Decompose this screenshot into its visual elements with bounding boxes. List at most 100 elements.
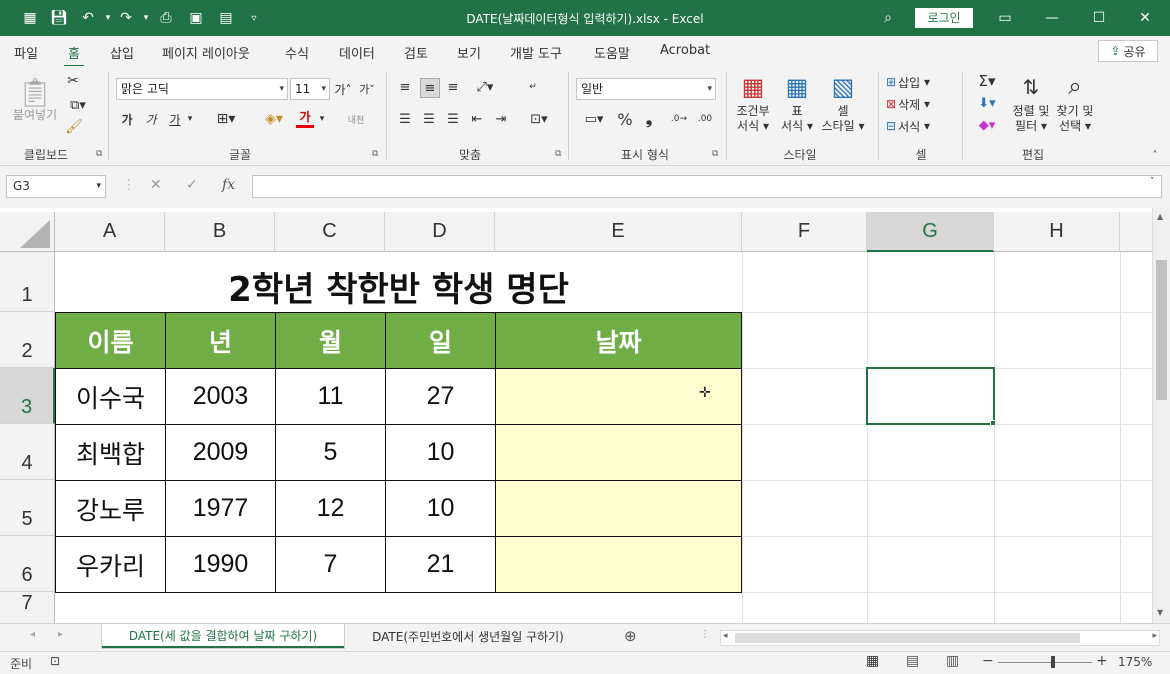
collapse-ribbon-icon[interactable]: ˄ [1148, 148, 1162, 162]
redo-icon[interactable]: ↷ [116, 8, 136, 28]
header-cell-name[interactable]: 이름 [55, 312, 166, 369]
zoom-in-icon[interactable]: + [1096, 653, 1108, 669]
table-cell[interactable]: 12 [275, 480, 386, 537]
table-cell[interactable]: 최백합 [55, 424, 166, 481]
zoom-slider-thumb[interactable] [1051, 656, 1055, 668]
cancel-icon[interactable]: ✕ [150, 177, 162, 193]
column-header-h[interactable]: H [994, 212, 1120, 252]
tab-help[interactable]: 도움말 [594, 43, 630, 62]
date-cell[interactable] [495, 480, 742, 537]
horizontal-scrollbar[interactable]: ◂ ▸ [720, 630, 1160, 646]
active-cell-g3[interactable] [866, 367, 995, 425]
cut-icon[interactable]: ✂ [64, 72, 82, 90]
table-cell[interactable]: 우카리 [55, 536, 166, 593]
borders-icon[interactable]: ⊞▾ [210, 110, 242, 128]
paste-icon[interactable]: 📋︎ [14, 74, 56, 110]
orientation-icon[interactable]: ⤢▾ [470, 78, 500, 96]
page-break-view-icon[interactable]: ▥ [946, 653, 959, 669]
row-header-1[interactable]: 1 [0, 252, 55, 312]
excel-grid-icon[interactable]: ▦ [20, 8, 40, 28]
table-cell[interactable]: 27 [385, 368, 496, 425]
fill-color-icon[interactable]: ◈▾ [258, 110, 290, 128]
column-header-c[interactable]: C [275, 212, 385, 252]
merge-center-icon[interactable]: ⊡▾ [522, 110, 556, 128]
column-header-d[interactable]: D [385, 212, 495, 252]
increase-font-icon[interactable]: 가˄ [334, 80, 352, 98]
header-cell-year[interactable]: 년 [165, 312, 276, 369]
format-cells-button[interactable]: ⊟ 서식 ▾ [886, 116, 952, 136]
phonetic-guide-button[interactable]: 내천 [340, 110, 372, 128]
sort-filter-button[interactable]: 정렬 및 필터 ▾ [1006, 104, 1056, 134]
row-header-6[interactable]: 6 [0, 536, 55, 592]
save-icon[interactable]: 💾︎ [49, 8, 69, 28]
wrap-text-icon[interactable]: ↵ [522, 76, 544, 98]
font-name-select[interactable]: 맑은 고딕 ▾ [116, 78, 288, 100]
fill-icon[interactable]: ⬇▾ [972, 94, 1002, 112]
decrease-decimal-icon[interactable]: .00 [694, 110, 716, 128]
tab-review[interactable]: 검토 [404, 43, 428, 62]
date-cell[interactable] [495, 536, 742, 593]
column-header-b[interactable]: B [165, 212, 275, 252]
macro-icon[interactable]: ▤ [216, 8, 236, 28]
conditional-format-icon[interactable]: ▦ [738, 72, 768, 102]
table-cell[interactable]: 1977 [165, 480, 276, 537]
conditional-format-button[interactable]: 조건부 서식 ▾ [730, 104, 776, 134]
header-cell-day[interactable]: 일 [385, 312, 496, 369]
font-color-dropdown-icon[interactable]: ▾ [316, 110, 328, 128]
row-header-5[interactable]: 5 [0, 480, 55, 536]
scroll-down-icon[interactable]: ▼ [1157, 608, 1163, 617]
ribbon-display-icon[interactable]: ▭ [990, 6, 1020, 30]
zoom-slider-track[interactable] [998, 662, 1092, 663]
align-right-icon[interactable]: ☰ [444, 110, 462, 128]
sort-filter-icon[interactable]: ⇅ [1014, 72, 1048, 102]
prev-sheet-icon[interactable]: ◂ [30, 629, 35, 640]
comma-style-icon[interactable]: ❟ [640, 109, 658, 128]
expand-formula-icon[interactable]: ˅ [1150, 177, 1155, 187]
scroll-up-icon[interactable]: ▲ [1157, 212, 1163, 221]
worksheet-grid[interactable]: A B C D E F G H 1 2 3 4 5 6 7 2학년 착한반 학생… [0, 208, 1152, 623]
row-header-4[interactable]: 4 [0, 424, 55, 480]
tab-view[interactable]: 보기 [457, 43, 481, 62]
table-cell[interactable]: 11 [275, 368, 386, 425]
scroll-left-icon[interactable]: ◂ [723, 631, 728, 641]
row-header-7[interactable]: 7 [0, 592, 55, 623]
accounting-format-icon[interactable]: ▭▾ [578, 110, 610, 128]
row-header-2[interactable]: 2 [0, 312, 55, 368]
undo-dropdown-icon[interactable]: ▾ [98, 8, 118, 28]
tab-formulas[interactable]: 수식 [285, 43, 309, 62]
tab-home[interactable]: 홈 [64, 43, 84, 68]
align-left-icon[interactable]: ☰ [396, 110, 414, 128]
increase-decimal-icon[interactable]: .0→ [668, 110, 690, 128]
underline-button[interactable]: 가 [168, 110, 182, 128]
table-cell[interactable]: 1990 [165, 536, 276, 593]
next-sheet-icon[interactable]: ▸ [58, 629, 63, 640]
format-as-table-icon[interactable]: ▦ [782, 72, 812, 102]
underline-dropdown-icon[interactable]: ▾ [184, 110, 196, 128]
minimize-icon[interactable]: — [1037, 6, 1067, 30]
sheet-title-cell[interactable]: 2학년 착한반 학생 명단 [55, 252, 742, 310]
clipboard-launcher-icon[interactable]: ⧉ [96, 149, 102, 159]
table-cell[interactable]: 10 [385, 480, 496, 537]
table-cell[interactable]: 10 [385, 424, 496, 481]
table-cell[interactable]: 7 [275, 536, 386, 593]
tab-page-layout[interactable]: 페이지 레이아웃 [162, 43, 250, 62]
bold-button[interactable]: 가 [120, 110, 134, 128]
increase-indent-icon[interactable]: ⇥ [492, 110, 510, 128]
sheet-tab-1[interactable]: DATE(세 값을 결합하여 날짜 구하기) [102, 624, 344, 648]
header-cell-date[interactable]: 날짜 [495, 312, 742, 369]
table-cell[interactable]: 5 [275, 424, 386, 481]
cell-styles-button[interactable]: 셀 스타일 ▾ [814, 104, 872, 134]
align-bottom-icon[interactable]: ≡ [444, 78, 462, 96]
vertical-scrollbar[interactable]: ▲ ▼ [1152, 208, 1170, 623]
table-cell[interactable]: 이수국 [55, 368, 166, 425]
maximize-icon[interactable]: ☐ [1084, 6, 1114, 30]
align-top-icon[interactable]: ≡ [396, 78, 414, 96]
column-header-a[interactable]: A [55, 212, 165, 252]
format-painter-icon[interactable]: 🖌︎ [64, 118, 84, 136]
tab-insert[interactable]: 삽입 [110, 43, 134, 62]
italic-button[interactable]: 가 [144, 110, 158, 128]
tab-data[interactable]: 데이터 [339, 43, 375, 62]
name-box[interactable]: G3 ▾ [6, 175, 106, 198]
cell-styles-icon[interactable]: ▧ [828, 72, 858, 102]
fill-handle[interactable] [990, 420, 996, 426]
